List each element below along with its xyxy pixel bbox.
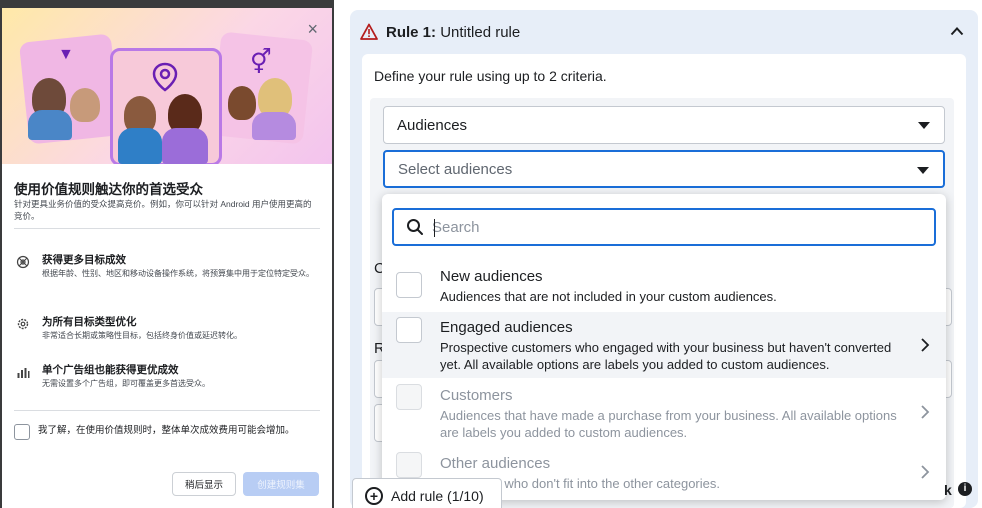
person-figure — [28, 110, 72, 140]
audience-select[interactable]: Select audiences — [383, 150, 945, 188]
option-title: Customers — [440, 387, 513, 404]
modal-top-bar — [2, 0, 332, 8]
divider — [14, 410, 320, 411]
add-rule-button[interactable]: + Add rule (1/10) — [352, 478, 502, 508]
person-figure — [228, 86, 256, 120]
feature-title: 为所有目标类型优化 — [42, 316, 137, 328]
audience-select-placeholder: Select audiences — [398, 160, 513, 178]
show-later-button[interactable]: 稍后显示 — [172, 472, 236, 496]
rule-title: Rule 1: Untitled rule — [386, 24, 520, 41]
option-checkbox — [396, 384, 422, 410]
chevron-up-icon[interactable] — [950, 26, 964, 36]
plus-circle-icon: + — [365, 487, 383, 505]
person-figure — [162, 128, 208, 164]
add-rule-label: Add rule (1/10) — [391, 488, 484, 504]
modal-title: 使用价值规则触达你的首选受众 — [14, 182, 203, 197]
divider — [14, 228, 320, 229]
option-new-audiences[interactable]: New audiences Audiences that are not inc… — [382, 260, 946, 308]
screenshot-stage: ⚥ ▼ × 使用价值规则触达你的首选受众 针对更具业务价值的受众提高竞价。例如，… — [0, 0, 982, 508]
feature-description: 根据年龄、性别、地区和移动设备操作系统，将预算集中用于定位特定受众。 — [42, 269, 314, 278]
bar-chart-icon — [17, 368, 30, 378]
create-rule-set-button[interactable]: 创建规则集 — [243, 472, 319, 496]
option-checkbox — [396, 452, 422, 478]
rule-header[interactable]: Rule 1: Untitled rule — [350, 10, 978, 54]
define-rule-text: Define your rule using up to 2 criteria. — [374, 68, 607, 84]
person-figure — [118, 128, 162, 164]
acknowledge-checkbox[interactable] — [14, 424, 30, 440]
gender-symbol-icon: ⚥ — [250, 49, 272, 76]
hero-illustration: ⚥ ▼ × — [2, 8, 332, 164]
option-checkbox[interactable] — [396, 272, 422, 298]
caret-down-icon — [917, 167, 929, 174]
gear-icon — [17, 318, 29, 330]
feature-title: 单个广告组也能获得更优成效 — [42, 364, 179, 376]
rule-name: Untitled rule — [440, 24, 521, 41]
person-figure — [252, 112, 296, 140]
lamp-icon: ▼ — [58, 46, 74, 63]
text-cursor — [434, 219, 435, 237]
option-description: Prospective customers who engaged with y… — [440, 340, 892, 372]
chevron-right-icon — [921, 405, 930, 419]
option-description: Audiences who don't fit into the other c… — [440, 476, 720, 491]
person-figure — [70, 88, 100, 122]
partial-link-text: k — [944, 482, 952, 498]
chevron-right-icon — [921, 338, 930, 352]
chevron-right-icon — [921, 465, 930, 479]
feature-description: 非常适合长期或策略性目标，包括终身价值或延迟转化。 — [42, 331, 242, 340]
search-icon — [407, 219, 423, 235]
audience-dropdown: New audiences Audiences that are not inc… — [382, 194, 946, 500]
option-title: New audiences — [440, 268, 543, 285]
warning-icon — [360, 23, 378, 40]
search-field[interactable] — [392, 208, 936, 246]
option-title: Other audiences — [440, 455, 551, 472]
target-icon — [16, 255, 30, 269]
criteria-select[interactable]: Audiences — [383, 106, 945, 144]
option-customers: Customers Audiences that have made a pur… — [382, 380, 946, 442]
close-icon[interactable]: × — [307, 20, 318, 38]
location-pin-icon — [152, 62, 178, 92]
option-checkbox[interactable] — [396, 317, 422, 343]
feature-title: 获得更多目标成效 — [42, 254, 126, 266]
value-rules-modal: ⚥ ▼ × 使用价值规则触达你的首选受众 针对更具业务价值的受众提高竞价。例如，… — [0, 0, 334, 508]
feature-description: 无需设置多个广告组，即可覆盖更多首选受众。 — [42, 379, 210, 388]
criteria-select-value: Audiences — [397, 116, 468, 134]
search-input[interactable] — [432, 218, 912, 236]
option-description: Audiences that have made a purchase from… — [440, 408, 897, 440]
rule-number: Rule 1: — [386, 24, 437, 41]
option-description: Audiences that are not included in your … — [440, 289, 777, 304]
option-engaged-audiences[interactable]: Engaged audiences Prospective customers … — [382, 312, 946, 378]
modal-description: 针对更具业务价值的受众提高竞价。例如，你可以针对 Android 用户使用更高的… — [14, 199, 312, 221]
caret-down-icon — [918, 122, 930, 129]
option-title: Engaged audiences — [440, 319, 573, 336]
acknowledge-label: 我了解，在使用价值规则时，整体单次成效费用可能会增加。 — [38, 425, 295, 436]
info-icon[interactable]: i — [958, 482, 972, 496]
